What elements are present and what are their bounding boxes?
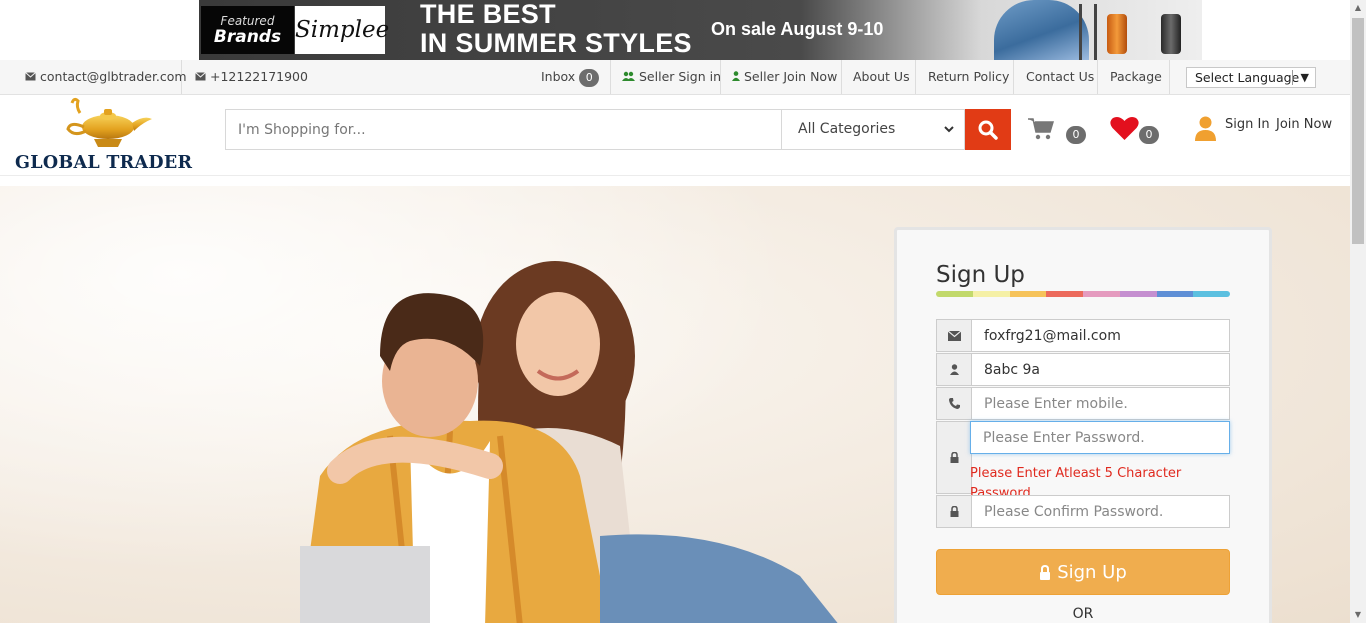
color-segment — [972, 291, 1010, 297]
dropdown-arrow-icon: ▼ — [1300, 71, 1309, 84]
title-color-bar — [936, 291, 1230, 297]
mobile-field — [936, 387, 1230, 420]
category-select-value: All Categories — [798, 121, 896, 137]
confirm-password-field — [936, 495, 1230, 528]
wishlist-count-badge: 0 — [1139, 126, 1159, 144]
user-icon — [936, 353, 972, 386]
color-segment — [1009, 291, 1047, 297]
inbox-count-badge: 0 — [579, 68, 600, 87]
lock-icon — [1040, 564, 1051, 580]
signup-button[interactable]: Sign Up — [936, 549, 1230, 595]
page-scrollbar[interactable]: ▲ ▼ — [1350, 0, 1366, 623]
banner-product-orange — [1107, 14, 1127, 54]
inbox-link[interactable]: Inbox 0 — [530, 60, 611, 94]
site-logo[interactable]: GLOBAL TRADER — [14, 95, 199, 175]
brand-logo-simplee: Simplee — [295, 6, 389, 54]
signup-button-label: Sign Up — [1057, 561, 1127, 583]
users-icon — [622, 61, 635, 95]
top-banner[interactable]: Featured Brands Simplee THE BEST IN SUMM… — [0, 0, 1350, 60]
banner-headline: THE BEST IN SUMMER STYLES — [420, 0, 692, 58]
username-input[interactable] — [972, 353, 1230, 386]
color-segment — [1046, 291, 1083, 297]
featured-label: Featured — [220, 14, 275, 28]
join-now-link[interactable]: Join Now — [1276, 117, 1332, 132]
featured-brands-tile: Featured Brands — [201, 6, 294, 54]
confirm-password-input[interactable] — [972, 495, 1230, 528]
seller-sign-in-label: Seller Sign in — [639, 69, 722, 84]
envelope-icon — [25, 61, 36, 95]
page: Featured Brands Simplee THE BEST IN SUMM… — [0, 0, 1366, 623]
email-input[interactable] — [972, 319, 1230, 352]
heart-icon — [1110, 117, 1139, 140]
utility-bar: contact@glbtrader.com +12122171900 Inbox… — [0, 60, 1350, 95]
envelope-icon — [195, 61, 206, 95]
account-icon-wrap[interactable] — [1195, 116, 1216, 145]
signup-title: Sign Up — [936, 262, 1025, 288]
username-field — [936, 353, 1230, 386]
lock-icon — [936, 421, 972, 494]
mobile-input[interactable] — [972, 387, 1230, 420]
cart-button[interactable] — [1028, 117, 1055, 145]
scroll-down-arrow-icon[interactable]: ▼ — [1350, 607, 1366, 623]
language-select-value: Select Language — [1195, 70, 1300, 85]
color-segment — [1119, 291, 1157, 297]
hero-couple-image — [300, 261, 838, 623]
language-select[interactable]: Select Language ▼ — [1186, 67, 1316, 88]
sign-in-link[interactable]: Sign In — [1225, 117, 1270, 132]
cart-count-badge: 0 — [1066, 126, 1086, 144]
signup-card: Sign Up foxfrg21@mail.com 8abc 9a Please… — [894, 227, 1272, 623]
language-select-divider — [1292, 70, 1293, 85]
search-bar: All Categories — [225, 109, 1011, 150]
phone-icon — [936, 387, 972, 420]
contact-phone-text: +12122171900 — [210, 69, 308, 84]
password-field — [936, 421, 1230, 494]
email-field — [936, 319, 1230, 352]
or-divider-text: OR — [1072, 606, 1094, 622]
password-input[interactable] — [970, 421, 1230, 454]
seller-join-now-link[interactable]: Seller Join Now — [721, 60, 842, 94]
logo-text: GLOBAL TRADER — [15, 153, 193, 173]
envelope-icon — [936, 319, 972, 352]
contact-phone[interactable]: +12122171900 — [195, 60, 308, 94]
banner-sale-text: On sale August 9-10 — [711, 19, 884, 39]
user-icon — [732, 61, 740, 95]
user-icon — [1195, 116, 1216, 141]
banner-headline-line1: THE BEST — [420, 0, 556, 29]
about-us-link[interactable]: About Us — [842, 60, 916, 94]
scroll-up-arrow-icon[interactable]: ▲ — [1350, 0, 1366, 16]
banner-product-black — [1161, 14, 1181, 54]
shopping-cart-icon — [1028, 118, 1055, 140]
color-segment — [1156, 291, 1194, 297]
inbox-label: Inbox — [541, 69, 576, 84]
color-segment — [936, 291, 973, 297]
chevron-down-icon — [944, 110, 954, 149]
color-segment — [1083, 291, 1120, 297]
promo-banner-image[interactable]: Featured Brands Simplee THE BEST IN SUMM… — [199, 0, 1202, 60]
package-link[interactable]: Package — [1098, 60, 1170, 94]
search-button[interactable] — [965, 109, 1011, 150]
contact-email-text: contact@glbtrader.com — [40, 69, 187, 84]
lock-icon — [936, 495, 972, 528]
banner-chair-image — [1079, 4, 1097, 60]
brands-label: Brands — [213, 27, 282, 47]
banner-model-image — [994, 0, 1089, 60]
category-select[interactable]: All Categories — [781, 109, 965, 150]
seller-join-now-label: Seller Join Now — [744, 69, 838, 84]
contact-us-link[interactable]: Contact Us — [1014, 60, 1098, 94]
genie-lamp-icon — [66, 97, 152, 147]
contact-email[interactable]: contact@glbtrader.com — [0, 60, 187, 95]
main-header: GLOBAL TRADER All Categories 0 — [0, 95, 1350, 176]
wishlist-button[interactable] — [1110, 116, 1139, 145]
search-icon — [978, 120, 998, 140]
return-policy-link[interactable]: Return Policy — [916, 60, 1014, 94]
search-input[interactable] — [225, 109, 781, 150]
banner-headline-line2: IN SUMMER STYLES — [420, 28, 692, 58]
scroll-thumb[interactable] — [1352, 18, 1364, 244]
seller-sign-in-link[interactable]: Seller Sign in — [611, 60, 721, 94]
color-segment — [1193, 291, 1230, 297]
